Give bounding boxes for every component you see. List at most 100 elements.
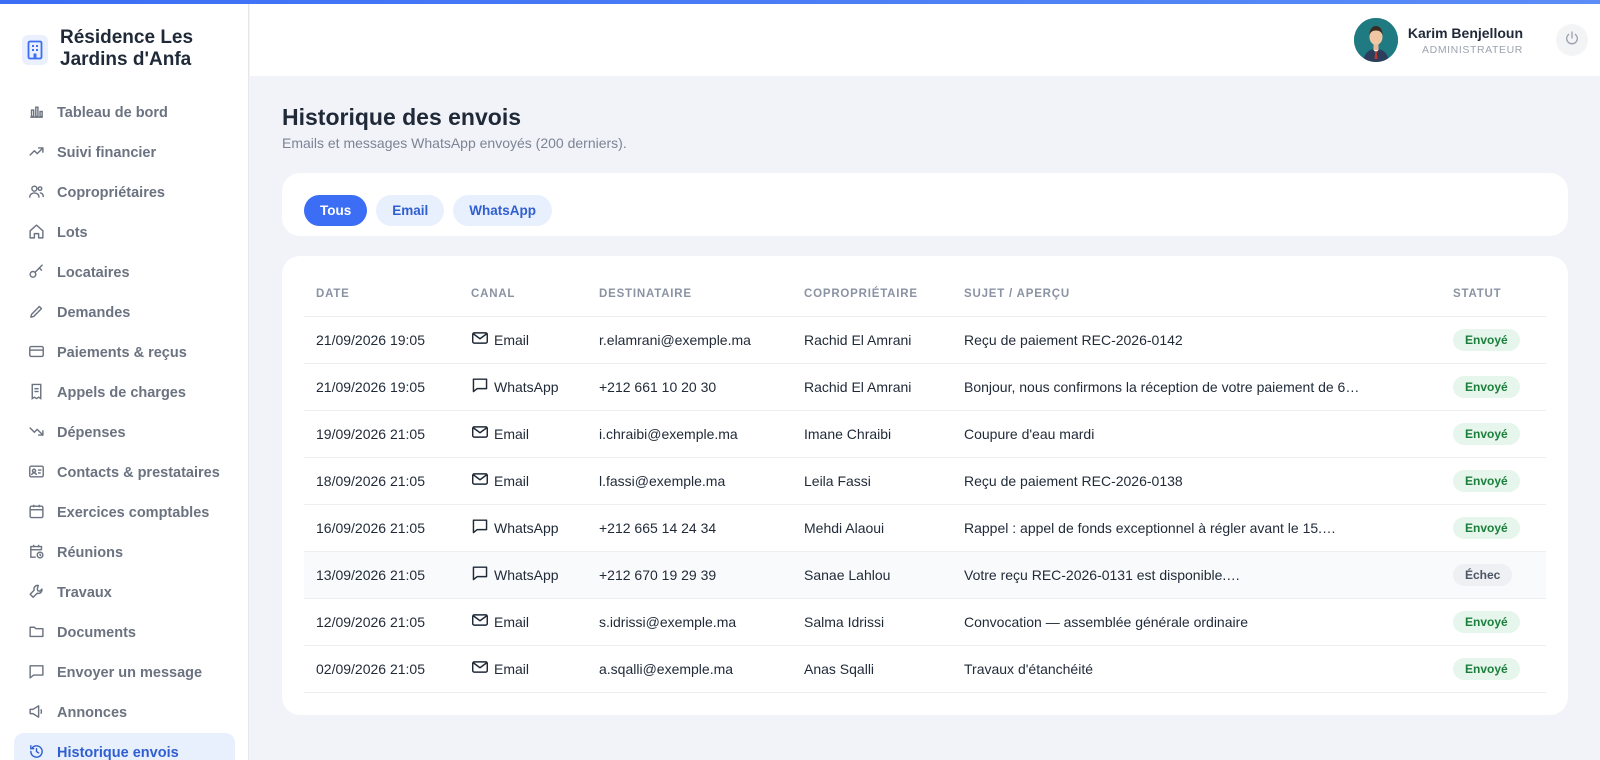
sidebar-item-reunions[interactable]: Réunions: [14, 533, 235, 573]
cell-date: 02/09/2026 21:05: [304, 645, 459, 693]
cell-canal: Email: [471, 471, 529, 490]
sidebar-item-label: Historique envois: [57, 745, 179, 760]
page-title: Historique des envois: [282, 104, 522, 130]
filter-card: Tous Email WhatsApp: [282, 173, 1568, 236]
cell-canal: WhatsApp: [471, 377, 559, 396]
status-badge: Envoyé: [1453, 657, 1520, 680]
pencil-icon: [28, 303, 45, 324]
calendar-clock-icon: [28, 543, 45, 564]
cell-destinataire: r.elamrani@exemple.ma: [587, 316, 792, 364]
cell-sujet: Coupure d'eau mardi: [952, 410, 1441, 458]
filter-whatsapp[interactable]: WhatsApp: [453, 195, 553, 226]
sidebar-item-historique-envois[interactable]: Historique envois: [14, 733, 235, 760]
cell-date: 16/09/2026 21:05: [304, 504, 459, 552]
cell-coproprietaire: Rachid El Amrani: [792, 316, 952, 364]
sidebar-item-label: Paiements & reçus: [57, 345, 187, 361]
sidebar-item-label: Documents: [57, 625, 136, 641]
cell-canal: WhatsApp: [471, 518, 559, 537]
column-header-canal[interactable]: CANAL: [459, 272, 587, 317]
table-header-row: DATE CANAL DESTINATAIRE COPROPRIÉTAIRE S…: [304, 272, 1546, 317]
canal-label: WhatsApp: [494, 378, 559, 395]
cell-sujet: Bonjour, nous confirmons la réception de…: [952, 363, 1441, 411]
table-row[interactable]: 21/09/2026 19:05 WhatsApp +212 661 10 20…: [304, 363, 1546, 411]
cell-canal: Email: [471, 612, 529, 631]
sidebar-item-label: Demandes: [57, 305, 131, 321]
column-header-statut[interactable]: STATUT: [1441, 272, 1546, 317]
avatar: [1353, 18, 1398, 62]
cell-destinataire: +212 661 10 20 30: [587, 363, 792, 411]
sidebar-item-travaux[interactable]: Travaux: [14, 573, 235, 613]
sidebar-item-suivi-financier[interactable]: Suivi financier: [14, 133, 235, 173]
column-header-destinataire[interactable]: DESTINATAIRE: [587, 272, 792, 317]
cell-sujet: Travaux d'étanchéité: [952, 645, 1441, 693]
filter-all[interactable]: Tous: [304, 195, 368, 226]
sidebar-item-exercices-comptables[interactable]: Exercices comptables: [14, 493, 235, 533]
history-table: DATE CANAL DESTINATAIRE COPROPRIÉTAIRE S…: [304, 272, 1546, 693]
cell-coproprietaire: Imane Chraibi: [792, 410, 952, 458]
sidebar-item-lots[interactable]: Lots: [14, 213, 235, 253]
filter-email[interactable]: Email: [376, 195, 445, 226]
cell-destinataire: l.fassi@exemple.ma: [587, 457, 792, 505]
cell-sujet: Votre reçu REC-2026-0131 est disponible.…: [952, 551, 1441, 599]
column-header-sujet[interactable]: SUJET / APERÇU: [952, 272, 1441, 317]
user-menu[interactable]: Karim Benjelloun ADMINISTRATEUR: [1353, 18, 1523, 62]
users-icon: [28, 183, 45, 204]
sidebar-item-envoyer-message[interactable]: Envoyer un message: [14, 653, 235, 693]
column-header-coproprietaire[interactable]: COPROPRIÉTAIRE: [792, 272, 952, 317]
sidebar-item-annonces[interactable]: Annonces: [14, 693, 235, 733]
column-header-date[interactable]: DATE: [304, 272, 459, 317]
key-icon: [28, 263, 45, 284]
user-name: Karim Benjelloun: [1407, 24, 1523, 41]
sidebar-item-locataires[interactable]: Locataires: [14, 253, 235, 293]
sidebar-item-label: Envoyer un message: [57, 665, 203, 681]
credit-card-icon: [28, 343, 45, 364]
sidebar-item-demandes[interactable]: Demandes: [14, 293, 235, 333]
table-row[interactable]: 21/09/2026 19:05 Email r.elamrani@exempl…: [304, 316, 1546, 364]
sidebar-item-label: Tableau de bord: [57, 105, 168, 121]
status-badge: Envoyé: [1453, 422, 1520, 445]
mail-icon: [471, 612, 489, 631]
channel-filters: Tous Email WhatsApp: [304, 195, 553, 226]
sidebar-item-tableau-de-bord[interactable]: Tableau de bord: [14, 93, 235, 133]
cell-sujet: Reçu de paiement REC-2026-0138: [952, 457, 1441, 505]
cell-sujet: Convocation — assemblée générale ordinai…: [952, 598, 1441, 646]
table-row[interactable]: 13/09/2026 21:05 WhatsApp +212 670 19 29…: [304, 551, 1546, 599]
canal-label: Email: [494, 472, 530, 489]
sidebar-item-depenses[interactable]: Dépenses: [14, 413, 235, 453]
top-header: Karim Benjelloun ADMINISTRATEUR: [250, 4, 1600, 76]
sidebar-item-contacts[interactable]: Contacts & prestataires: [14, 453, 235, 493]
sidebar-item-label: Suivi financier: [57, 145, 157, 161]
brand-name: Résidence Les Jardins d'Anfa: [60, 27, 194, 70]
sidebar-item-paiements[interactable]: Paiements & reçus: [14, 333, 235, 373]
cell-destinataire: s.idrissi@exemple.ma: [587, 598, 792, 646]
cell-coproprietaire: Mehdi Alaoui: [792, 504, 952, 552]
table-row[interactable]: 12/09/2026 21:05 Email s.idrissi@exemple…: [304, 598, 1546, 646]
cell-date: 21/09/2026 19:05: [304, 316, 459, 364]
canal-label: Email: [494, 613, 530, 630]
cell-sujet: Reçu de paiement REC-2026-0142: [952, 316, 1441, 364]
brand[interactable]: Résidence Les Jardins d'Anfa: [22, 27, 220, 71]
table-row[interactable]: 02/09/2026 21:05 Email a.sqalli@exemple.…: [304, 645, 1546, 693]
sidebar: Résidence Les Jardins d'Anfa Tableau de …: [0, 0, 249, 760]
chat-bubble-icon: [471, 518, 489, 537]
cell-date: 19/09/2026 21:05: [304, 410, 459, 458]
history-icon: [28, 743, 45, 760]
cell-coproprietaire: Anas Sqalli: [792, 645, 952, 693]
cell-destinataire: i.chraibi@exemple.ma: [587, 410, 792, 458]
cell-coproprietaire: Sanae Lahlou: [792, 551, 952, 599]
table-row[interactable]: 18/09/2026 21:05 Email l.fassi@exemple.m…: [304, 457, 1546, 505]
receipt-icon: [28, 383, 45, 404]
sidebar-item-coproprietaires[interactable]: Copropriétaires: [14, 173, 235, 213]
cell-canal: WhatsApp: [471, 565, 559, 584]
table-row[interactable]: 16/09/2026 21:05 WhatsApp +212 665 14 24…: [304, 504, 1546, 552]
sidebar-item-label: Locataires: [57, 265, 130, 281]
home-icon: [28, 223, 45, 244]
table-row[interactable]: 19/09/2026 21:05 Email i.chraibi@exemple…: [304, 410, 1546, 458]
status-badge: Envoyé: [1453, 516, 1520, 539]
sidebar-item-label: Annonces: [57, 705, 128, 721]
calendar-icon: [28, 503, 45, 524]
sidebar-item-appels-de-charges[interactable]: Appels de charges: [14, 373, 235, 413]
logout-button[interactable]: [1556, 24, 1588, 56]
sidebar-item-documents[interactable]: Documents: [14, 613, 235, 653]
canal-label: Email: [494, 331, 530, 348]
